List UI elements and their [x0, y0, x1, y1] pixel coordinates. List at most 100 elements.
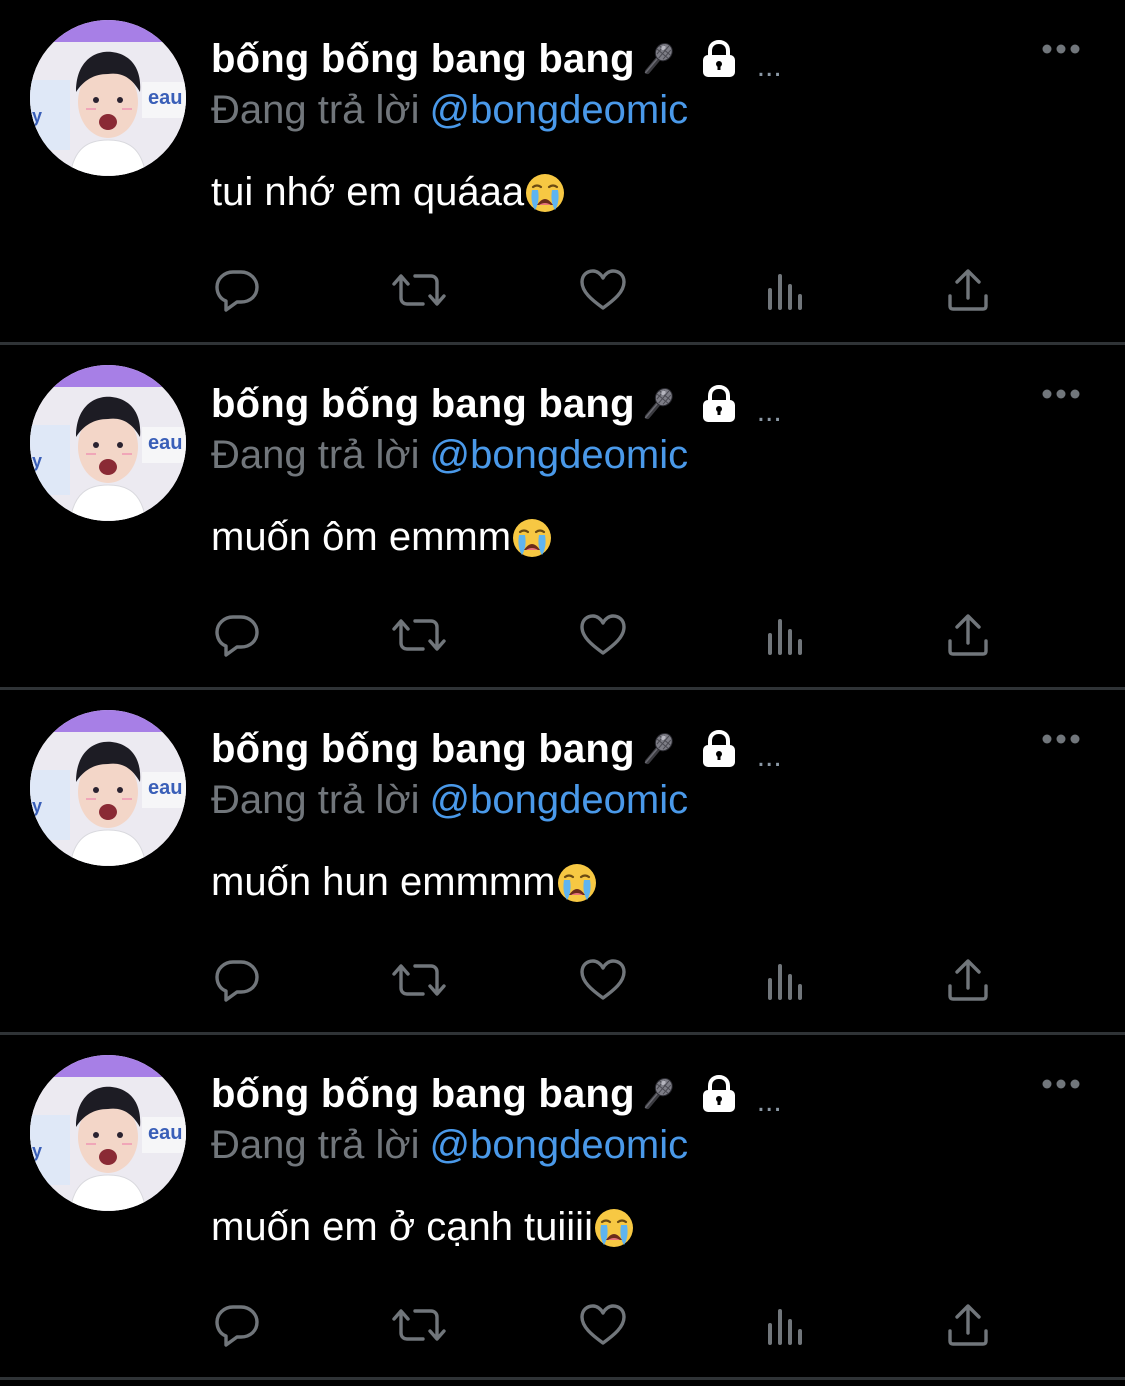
like-button[interactable] [575, 607, 631, 663]
svg-text:y: y [32, 106, 42, 126]
replying-to-label: Đang trả lời [211, 778, 420, 822]
name-truncation: ... [756, 395, 782, 428]
retweet-icon [391, 266, 447, 314]
replying-to-line: Đang trả lời @bongdeomic [211, 1123, 688, 1168]
share-icon [945, 1301, 991, 1349]
tweet-text: muốn ôm emmm [211, 515, 553, 560]
tweet[interactable]: eau y bống bống bang bang ... Đang trả l… [0, 1035, 1125, 1380]
retweet-icon [391, 1301, 447, 1349]
reply-button[interactable] [209, 1297, 265, 1353]
retweet-button[interactable] [391, 262, 447, 318]
share-button[interactable] [940, 262, 996, 318]
display-name[interactable]: bống bống bang bang [211, 1072, 635, 1117]
name-truncation: ... [756, 1085, 782, 1118]
tweet[interactable]: eau y bống bống bang bang ... Đang trả l… [0, 0, 1125, 345]
tweet-text-content: tui nhớ em quáaa [211, 170, 525, 214]
share-button[interactable] [940, 607, 996, 663]
reply-icon [213, 1301, 261, 1349]
loudly-crying-face-icon [593, 1207, 635, 1249]
more-options-icon[interactable] [1041, 387, 1081, 401]
share-icon [945, 956, 991, 1004]
tweet-text: tui nhớ em quáaa [211, 170, 566, 215]
like-icon [578, 611, 628, 659]
avatar[interactable]: eau y [30, 20, 186, 176]
reply-button[interactable] [209, 262, 265, 318]
replying-to-label: Đang trả lời [211, 88, 420, 132]
tweet-text-content: muốn hun emmmm [211, 860, 556, 904]
microphone-icon [637, 1073, 679, 1115]
name-truncation: ... [756, 740, 782, 773]
views-icon [764, 956, 808, 1004]
loudly-crying-face-icon [524, 172, 566, 214]
svg-text:eau: eau [148, 1122, 182, 1144]
replying-to-handle[interactable]: @bongdeomic [430, 433, 689, 477]
views-button[interactable] [758, 1297, 814, 1353]
tweet-header: bống bống bang bang ... [211, 724, 782, 774]
svg-text:eau: eau [148, 432, 182, 454]
display-name[interactable]: bống bống bang bang [211, 37, 635, 82]
retweet-button[interactable] [391, 607, 447, 663]
like-icon [578, 1301, 628, 1349]
retweet-button[interactable] [391, 1297, 447, 1353]
svg-text:y: y [32, 796, 42, 816]
share-icon [945, 266, 991, 314]
replying-to-line: Đang trả lời @bongdeomic [211, 778, 688, 823]
avatar[interactable]: eau y [30, 710, 186, 866]
share-icon [945, 611, 991, 659]
retweet-icon [391, 956, 447, 1004]
more-options-icon[interactable] [1041, 732, 1081, 746]
tweet-actions [0, 952, 1125, 1008]
replying-to-handle[interactable]: @bongdeomic [430, 1123, 689, 1167]
tweet-text-content: muốn em ở cạnh tuiiii [211, 1205, 593, 1249]
retweet-icon [391, 611, 447, 659]
avatar[interactable]: eau y [30, 365, 186, 521]
tweet-actions [0, 1297, 1125, 1353]
microphone-icon [637, 38, 679, 80]
like-button[interactable] [575, 1297, 631, 1353]
views-button[interactable] [758, 952, 814, 1008]
replying-to-line: Đang trả lời @bongdeomic [211, 88, 688, 133]
replying-to-handle[interactable]: @bongdeomic [430, 778, 689, 822]
share-button[interactable] [940, 952, 996, 1008]
reply-button[interactable] [209, 607, 265, 663]
lock-icon [697, 382, 741, 426]
like-button[interactable] [575, 952, 631, 1008]
tweet[interactable]: eau y bống bống bang bang ... Đang trả l… [0, 345, 1125, 690]
display-name[interactable]: bống bống bang bang [211, 382, 635, 427]
replying-to-handle[interactable]: @bongdeomic [430, 88, 689, 132]
loudly-crying-face-icon [511, 517, 553, 559]
views-button[interactable] [758, 262, 814, 318]
views-button[interactable] [758, 607, 814, 663]
tweet-header: bống bống bang bang ... [211, 379, 782, 429]
name-truncation: ... [756, 50, 782, 83]
avatar[interactable]: eau y [30, 1055, 186, 1211]
tweet[interactable]: eau y bống bống bang bang ... Đang trả l… [0, 690, 1125, 1035]
share-button[interactable] [940, 1297, 996, 1353]
tweet-actions [0, 607, 1125, 663]
reply-icon [213, 266, 261, 314]
like-button[interactable] [575, 262, 631, 318]
tweet-text: muốn hun emmmm [211, 860, 598, 905]
lock-icon [697, 1072, 741, 1116]
lock-icon [697, 727, 741, 771]
tweet-header: bống bống bang bang ... [211, 1069, 782, 1119]
replying-to-label: Đang trả lời [211, 1123, 420, 1167]
lock-icon [697, 37, 741, 81]
tweet-text: muốn em ở cạnh tuiiii [211, 1205, 635, 1250]
like-icon [578, 266, 628, 314]
svg-text:eau: eau [148, 87, 182, 109]
reply-button[interactable] [209, 952, 265, 1008]
microphone-icon [637, 728, 679, 770]
retweet-button[interactable] [391, 952, 447, 1008]
display-name[interactable]: bống bống bang bang [211, 727, 635, 772]
tweet-text-content: muốn ôm emmm [211, 515, 512, 559]
more-options-icon[interactable] [1041, 1077, 1081, 1091]
like-icon [578, 956, 628, 1004]
more-options-icon[interactable] [1041, 42, 1081, 56]
svg-text:y: y [32, 451, 42, 471]
reply-icon [213, 611, 261, 659]
loudly-crying-face-icon [556, 862, 598, 904]
views-icon [764, 1301, 808, 1349]
tweet-feed: eau y bống bống bang bang ... Đang trả l… [0, 0, 1125, 1386]
views-icon [764, 611, 808, 659]
